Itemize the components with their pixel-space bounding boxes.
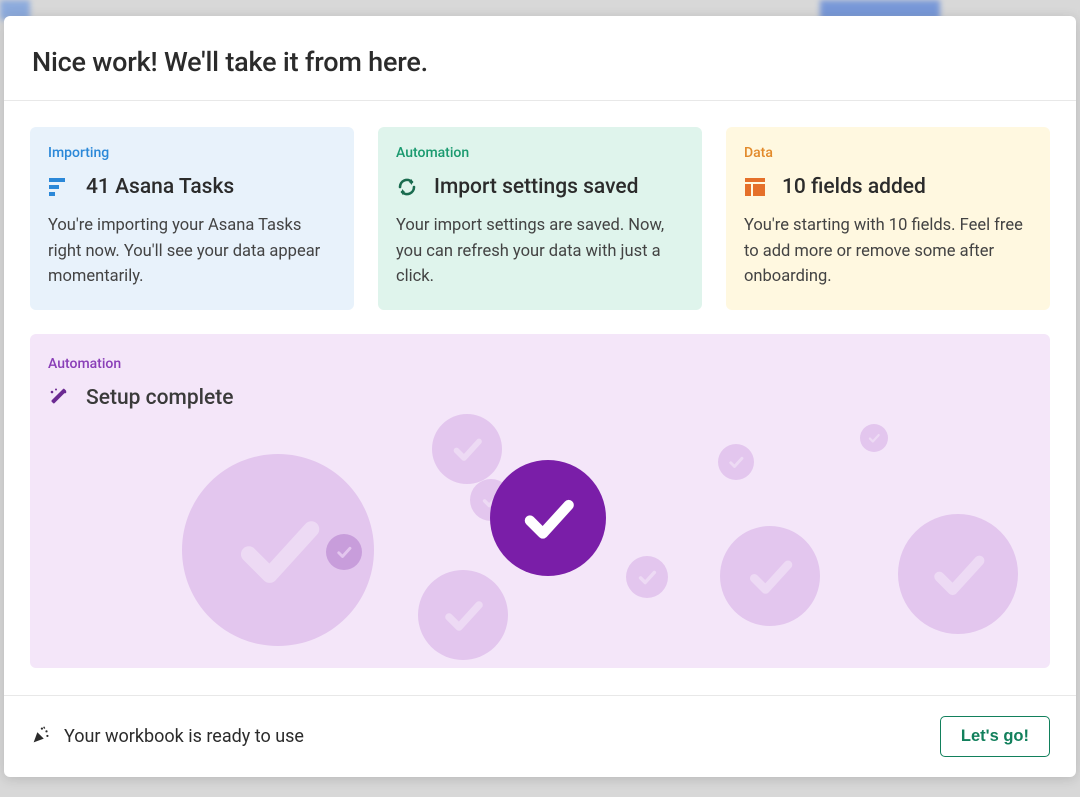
status-cards-row: Importing 41 Asana Tasks You're importin…	[30, 127, 1050, 310]
automation-heading: Import settings saved	[434, 175, 638, 199]
check-decoration-icon	[418, 570, 508, 660]
check-main-icon	[490, 460, 606, 576]
modal-footer: Your workbook is ready to use Let's go!	[4, 695, 1076, 777]
automation-card: Automation Import settings saved Your im…	[378, 127, 702, 310]
table-icon	[744, 176, 766, 198]
data-heading: 10 fields added	[782, 175, 926, 199]
automation-desc: Your import settings are saved. Now, you…	[396, 213, 684, 290]
importing-heading: 41 Asana Tasks	[86, 175, 234, 199]
automation-label: Automation	[396, 145, 684, 161]
wand-icon	[48, 387, 70, 409]
importing-label: Importing	[48, 145, 336, 161]
confetti-icon	[30, 724, 52, 750]
check-decoration-icon	[720, 526, 820, 626]
data-card: Data 10 fields added You're starting wit…	[726, 127, 1050, 310]
refresh-icon	[396, 176, 418, 198]
modal-header: Nice work! We'll take it from here.	[4, 16, 1076, 101]
footer-ready-text: Your workbook is ready to use	[64, 726, 304, 747]
data-desc: You're starting with 10 fields. Feel fre…	[744, 213, 1032, 290]
check-decoration-icon	[432, 414, 502, 484]
data-label: Data	[744, 145, 1032, 161]
setup-heading: Setup complete	[86, 386, 233, 410]
lets-go-button[interactable]: Let's go!	[940, 716, 1050, 757]
automation-heading-row: Import settings saved	[396, 175, 684, 199]
check-decoration-icon	[898, 514, 1018, 634]
setup-label: Automation	[48, 356, 1032, 372]
check-decoration-icon	[718, 444, 754, 480]
check-decoration-icon	[626, 556, 668, 598]
check-decoration-icon	[860, 424, 888, 452]
footer-left: Your workbook is ready to use	[30, 724, 304, 750]
onboarding-modal: Nice work! We'll take it from here. Impo…	[4, 16, 1076, 777]
importing-desc: You're importing your Asana Tasks right …	[48, 213, 336, 290]
data-heading-row: 10 fields added	[744, 175, 1032, 199]
setup-heading-row: Setup complete	[48, 386, 1032, 410]
check-decoration-icon	[326, 534, 362, 570]
modal-body: Importing 41 Asana Tasks You're importin…	[4, 101, 1076, 695]
importing-card: Importing 41 Asana Tasks You're importin…	[30, 127, 354, 310]
bars-icon	[48, 176, 70, 198]
modal-title: Nice work! We'll take it from here.	[32, 46, 1048, 78]
importing-heading-row: 41 Asana Tasks	[48, 175, 336, 199]
setup-complete-panel: Automation Setup complete	[30, 334, 1050, 668]
